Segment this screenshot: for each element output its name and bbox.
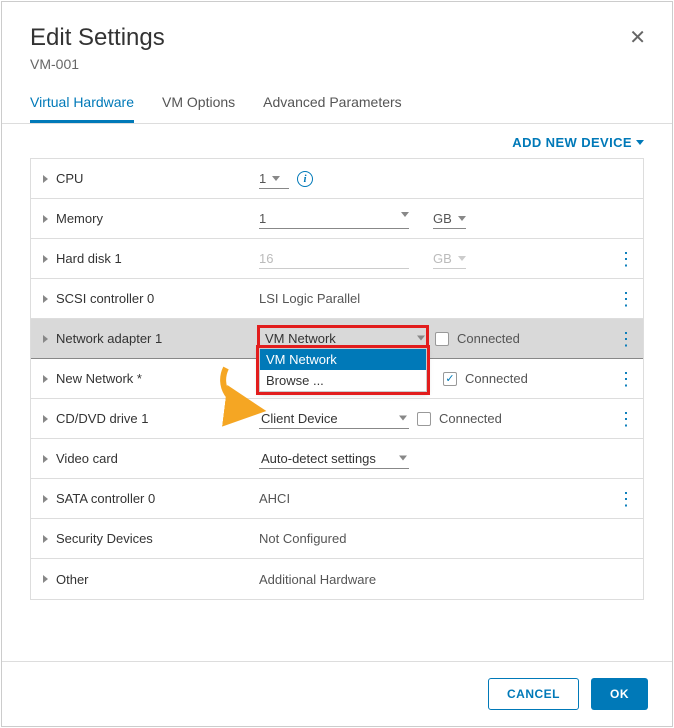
row-video-card: Video card Auto-detect settings: [31, 439, 643, 479]
memory-unit-select[interactable]: GB: [433, 209, 466, 229]
video-card-dropdown[interactable]: Auto-detect settings: [259, 449, 409, 469]
row-other: Other Additional Hardware: [31, 559, 643, 599]
row-actions-icon[interactable]: ⋮: [617, 250, 635, 268]
dialog-footer: CANCEL OK: [2, 661, 672, 726]
row-actions-icon[interactable]: ⋮: [617, 410, 635, 428]
row-scsi-controller-0: SCSI controller 0 LSI Logic Parallel ⋮: [31, 279, 643, 319]
security-value: Not Configured: [259, 531, 346, 546]
row-actions-icon[interactable]: ⋮: [617, 490, 635, 508]
expand-icon[interactable]: [43, 575, 48, 583]
expand-icon[interactable]: [43, 455, 48, 463]
add-new-device-label: ADD NEW DEVICE: [512, 135, 632, 150]
tab-vm-options[interactable]: VM Options: [162, 94, 235, 123]
expand-icon[interactable]: [43, 215, 48, 223]
video-card-value: Auto-detect settings: [261, 451, 376, 466]
expand-icon[interactable]: [43, 335, 48, 343]
row-label: Security Devices: [56, 531, 153, 546]
expand-icon[interactable]: [43, 255, 48, 263]
memory-value-input[interactable]: 1: [259, 209, 409, 229]
other-value: Additional Hardware: [259, 572, 376, 587]
chevron-down-icon: [401, 212, 409, 217]
connected-label: Connected: [457, 331, 520, 346]
row-sata-controller-0: SATA controller 0 AHCI ⋮: [31, 479, 643, 519]
cd-dvd-device-dropdown[interactable]: Client Device: [259, 409, 409, 429]
row-actions-icon[interactable]: ⋮: [617, 370, 635, 388]
row-label: Other: [56, 572, 89, 587]
edit-settings-dialog: ✕ Edit Settings VM-001 Virtual Hardware …: [1, 1, 673, 727]
hard-disk-unit: GB: [433, 251, 452, 266]
row-security-devices: Security Devices Not Configured: [31, 519, 643, 559]
expand-icon[interactable]: [43, 495, 48, 503]
row-label: Network adapter 1: [56, 331, 162, 346]
network-adapter-value: VM Network: [265, 331, 336, 346]
dialog-subtitle: VM-001: [30, 56, 644, 72]
chevron-down-icon: [272, 176, 280, 181]
dropdown-option-browse[interactable]: Browse ...: [260, 370, 426, 391]
chevron-down-icon: [458, 216, 466, 221]
info-icon[interactable]: i: [297, 171, 313, 187]
expand-icon[interactable]: [43, 175, 48, 183]
cpu-count-select[interactable]: 1: [259, 169, 289, 189]
sata-value: AHCI: [259, 491, 290, 506]
dialog-header: ✕ Edit Settings VM-001: [2, 2, 672, 82]
row-cd-dvd-drive-1: CD/DVD drive 1 Client Device Connected ⋮: [31, 399, 643, 439]
cpu-count-value: 1: [259, 171, 266, 186]
row-label: Memory: [56, 211, 103, 226]
row-hard-disk-1: Hard disk 1 16 GB ⋮: [31, 239, 643, 279]
cancel-button[interactable]: CANCEL: [488, 678, 579, 710]
tab-bar: Virtual Hardware VM Options Advanced Par…: [2, 82, 672, 124]
chevron-down-icon: [458, 256, 466, 261]
connected-checkbox[interactable]: [443, 372, 457, 386]
dialog-title: Edit Settings: [30, 24, 644, 52]
expand-icon[interactable]: [43, 535, 48, 543]
close-icon[interactable]: ✕: [629, 28, 646, 48]
cd-dvd-value: Client Device: [261, 411, 338, 426]
row-label: CPU: [56, 171, 83, 186]
dropdown-option-vm-network[interactable]: VM Network: [260, 349, 426, 370]
connected-label: Connected: [439, 411, 502, 426]
connected-checkbox[interactable]: [417, 412, 431, 426]
ok-button[interactable]: OK: [591, 678, 648, 710]
row-memory: Memory 1 GB: [31, 199, 643, 239]
row-actions-icon[interactable]: ⋮: [617, 290, 635, 308]
expand-icon[interactable]: [43, 375, 48, 383]
chevron-down-icon: [399, 456, 407, 461]
network-adapter-dropdown-popup: VM Network Browse ...: [259, 348, 427, 392]
row-label: SCSI controller 0: [56, 291, 154, 306]
connected-checkbox[interactable]: [435, 332, 449, 346]
row-label: SATA controller 0: [56, 491, 155, 506]
row-label: CD/DVD drive 1: [56, 411, 148, 426]
tab-advanced-parameters[interactable]: Advanced Parameters: [263, 94, 402, 123]
hard-disk-size-input[interactable]: 16: [259, 249, 409, 269]
chevron-down-icon: [399, 416, 407, 421]
add-device-bar: ADD NEW DEVICE: [2, 124, 672, 158]
tab-virtual-hardware[interactable]: Virtual Hardware: [30, 94, 134, 123]
chevron-down-icon: [636, 140, 644, 145]
add-new-device-button[interactable]: ADD NEW DEVICE: [512, 135, 644, 150]
expand-icon[interactable]: [43, 415, 48, 423]
connected-label: Connected: [465, 371, 528, 386]
memory-value: 1: [259, 211, 266, 226]
memory-unit: GB: [433, 211, 452, 226]
row-network-adapter-1: Network adapter 1 VM Network VM Network …: [31, 319, 643, 359]
row-label: Hard disk 1: [56, 251, 122, 266]
network-adapter-dropdown[interactable]: VM Network VM Network Browse ...: [259, 327, 427, 351]
hard-disk-unit-select[interactable]: GB: [433, 249, 466, 269]
row-label: Video card: [56, 451, 118, 466]
row-label: New Network *: [56, 371, 142, 386]
row-cpu: CPU 1 i: [31, 159, 643, 199]
chevron-down-icon: [417, 336, 425, 341]
row-actions-icon[interactable]: ⋮: [617, 330, 635, 348]
expand-icon[interactable]: [43, 295, 48, 303]
hardware-list: CPU 1 i Memory 1: [2, 158, 672, 600]
scsi-value: LSI Logic Parallel: [259, 291, 360, 306]
